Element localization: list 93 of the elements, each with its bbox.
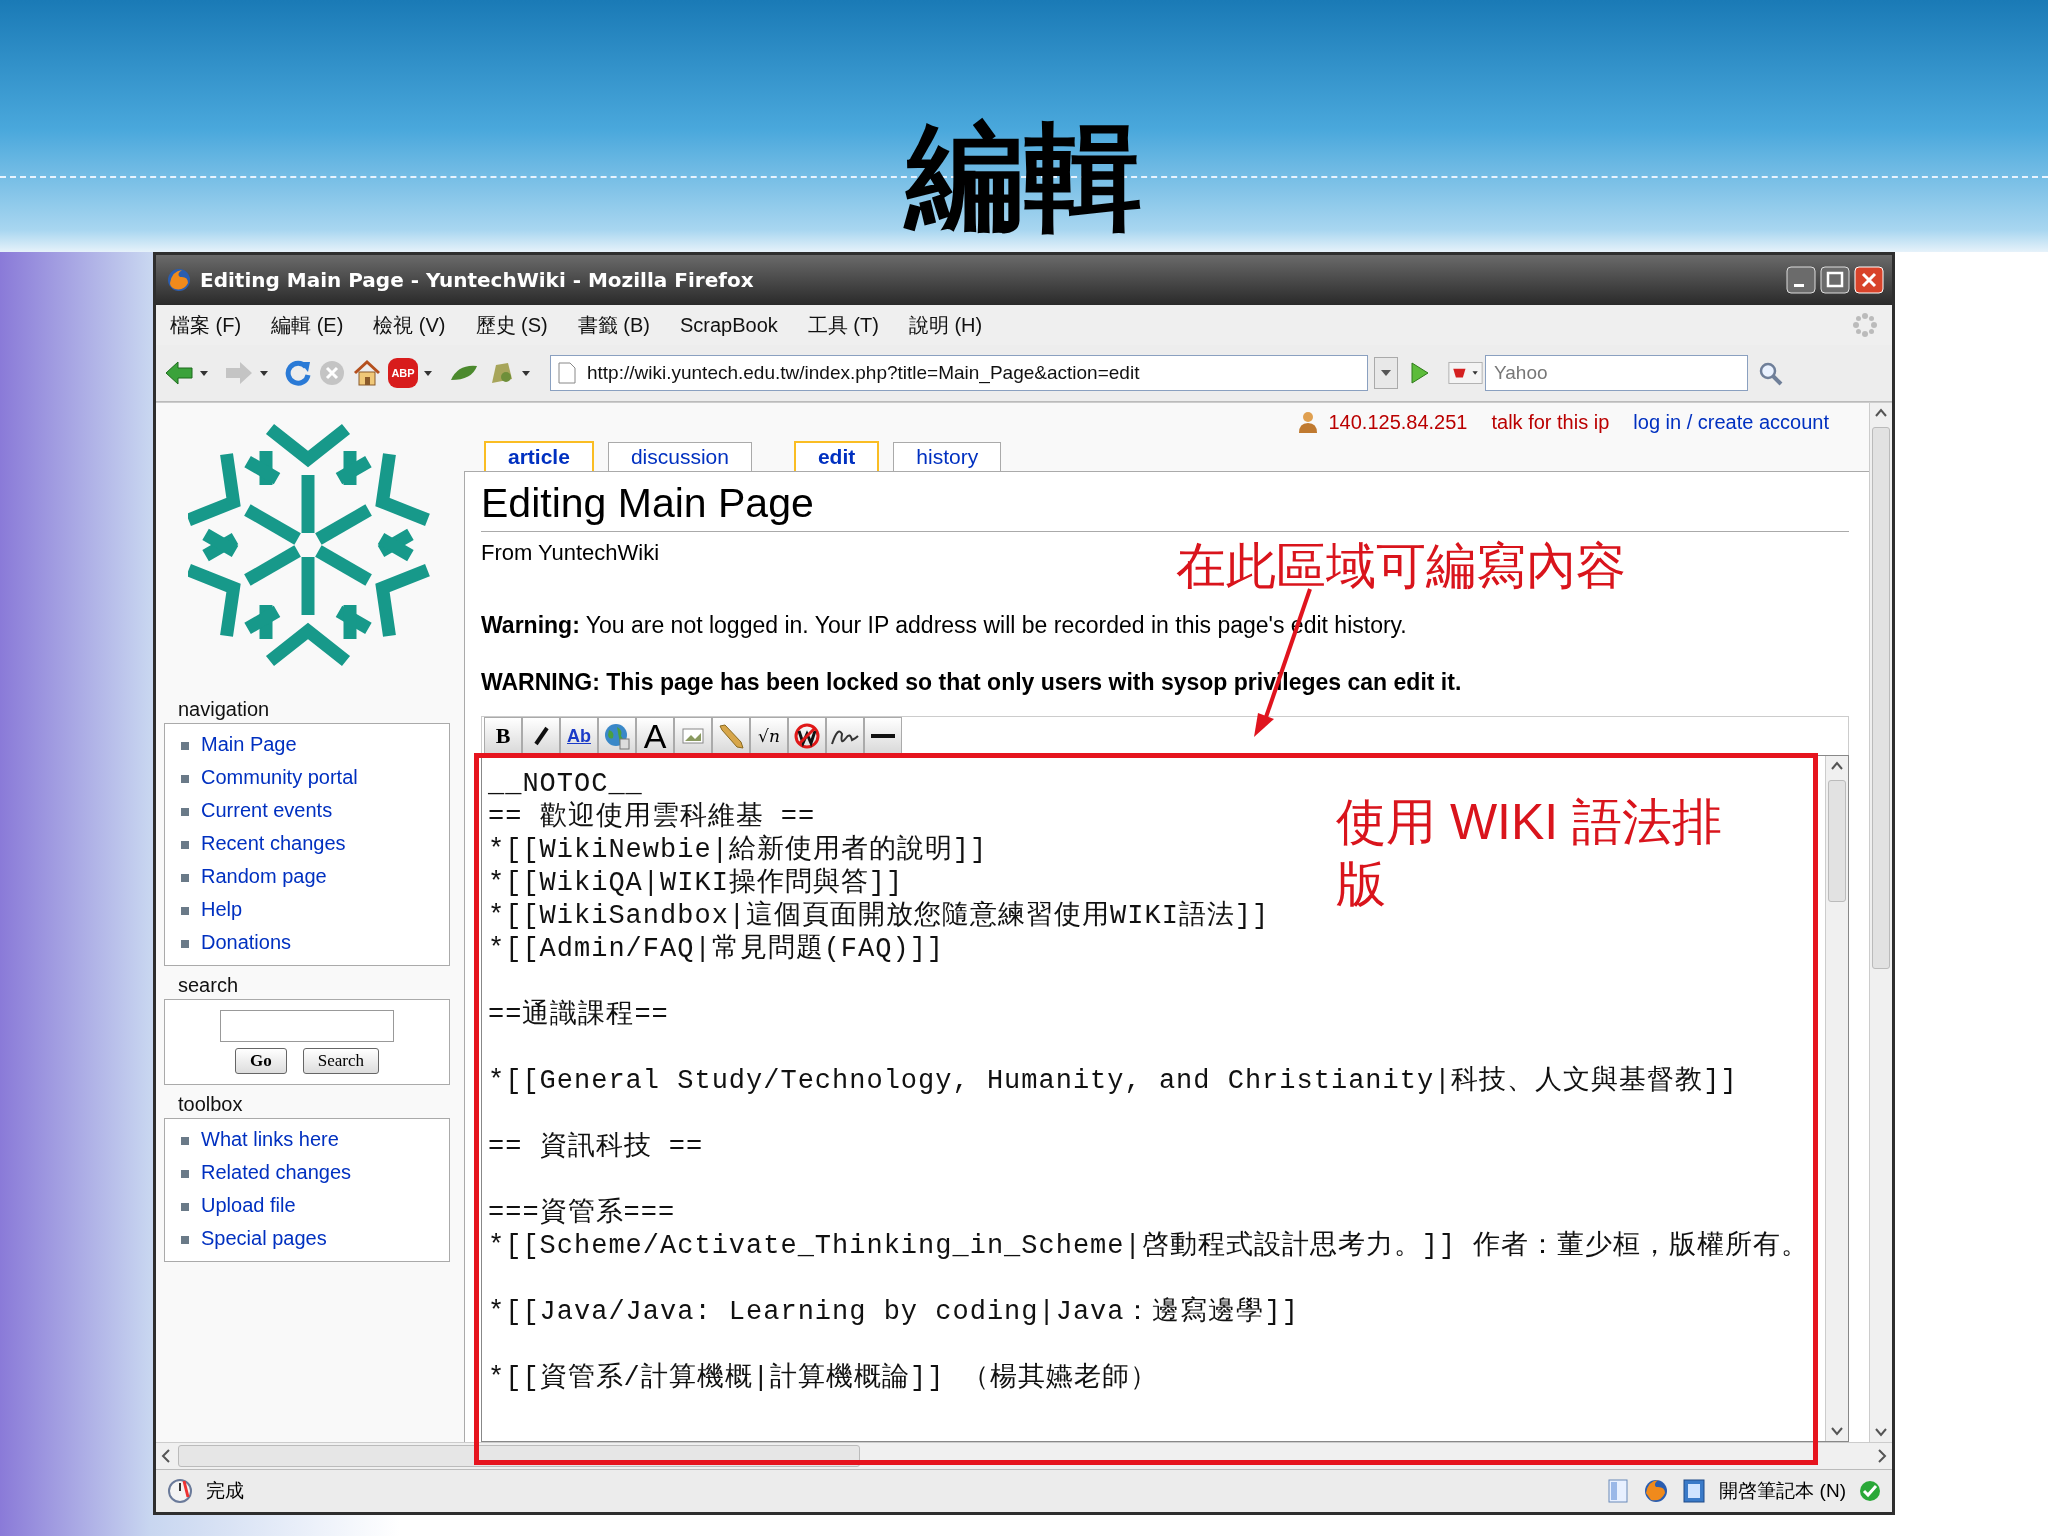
globe-icon <box>603 722 631 750</box>
yahoo-engine-icon[interactable] <box>1448 359 1483 387</box>
window-title: Editing Main Page - YuntechWiki - Mozilla Firefox <box>200 268 755 292</box>
page-heading: Editing Main Page <box>481 480 1849 532</box>
portlet-heading: search <box>178 974 240 997</box>
wikitext-line: ===資管系=== <box>488 1197 676 1230</box>
notebook-link[interactable]: 開啓筆記本 (N) <box>1719 1478 1846 1504</box>
sidebar-link[interactable]: Related changes <box>165 1160 352 1185</box>
firefox-icon[interactable] <box>1643 1478 1670 1504</box>
menu-item[interactable]: 工具 (T) <box>807 311 879 339</box>
personal-link[interactable]: log in / create account <box>1633 410 1829 434</box>
sidebar-link[interactable]: Community portal <box>165 765 358 790</box>
close-button[interactable] <box>1854 266 1884 294</box>
personal-link[interactable]: talk for this ip <box>1491 410 1610 434</box>
signature-button[interactable] <box>826 717 864 755</box>
scroll-thumb[interactable] <box>1872 427 1890 969</box>
dropdown-caret-icon[interactable] <box>522 370 530 376</box>
user-icon <box>1298 411 1319 433</box>
wikitext-line: *[[General Study/Technology, Humanity, and Christianity|科技、人文與基督教]] <box>488 1065 1738 1098</box>
scroll-thumb[interactable] <box>1828 780 1846 902</box>
wikitext-line: *[[WikiSandbox|這個頁面開放您隨意練習使用WIKI語法]] <box>488 900 1270 933</box>
address-field[interactable]: http://wiki.yuntech.edu.tw/index.php?title=Main_Page&action=edit <box>550 355 1368 391</box>
link-button[interactable]: Ab <box>560 717 598 755</box>
wikitext-line: == 歡迎使用雲科維基 == <box>488 801 816 834</box>
minimize-button[interactable] <box>1786 266 1816 294</box>
search-button[interactable]: Search <box>302 1048 379 1074</box>
no-sign-icon <box>793 722 821 750</box>
bold-button[interactable]: B <box>484 717 522 755</box>
go-button[interactable]: Go <box>235 1048 287 1074</box>
math-button[interactable]: √n <box>750 717 788 755</box>
wikitext-line: *[[Scheme/Activate_Thinking_in_Scheme|啓動程式設計思考力。]] 作者：董少桓，版權所有。 <box>488 1230 1810 1263</box>
sidebar-link[interactable]: Current events <box>165 798 333 823</box>
page-icon <box>558 362 576 384</box>
wikitext-line: *[[Admin/FAQ|常見問題(FAQ)]] <box>488 933 945 966</box>
annotation-text: 使用 WIKI 語法排版 <box>1336 793 1724 914</box>
page-tab[interactable]: history <box>893 442 1002 471</box>
menu-item[interactable]: 說明 (H) <box>908 311 983 339</box>
wikitext-line: *[[WikiQA|WIKI操作問與答]] <box>488 867 904 900</box>
search-input[interactable] <box>220 1010 394 1042</box>
italic-button[interactable] <box>522 717 560 755</box>
menu-item[interactable]: 編輯 (E) <box>271 311 344 339</box>
editor-scrollbar[interactable] <box>1825 756 1848 1441</box>
page-tab[interactable]: discussion <box>607 442 752 471</box>
notebook-icon[interactable] <box>1681 1478 1708 1504</box>
status-text: 完成 <box>206 1479 244 1503</box>
throbber-icon <box>1852 312 1878 338</box>
menu-item[interactable]: 檔案 (F) <box>170 311 242 339</box>
adblock-icon[interactable]: ABP <box>388 358 418 388</box>
nowiki-button[interactable] <box>788 717 826 755</box>
search-field[interactable]: Yahoo <box>1485 355 1748 391</box>
dropdown-caret-icon[interactable] <box>424 370 432 376</box>
wikitext-line: ==通識課程== <box>488 999 669 1032</box>
page-load-icon <box>166 1477 194 1505</box>
maximize-button[interactable] <box>1820 266 1850 294</box>
dropdown-caret-icon[interactable] <box>260 370 268 376</box>
personal-link[interactable]: 140.125.84.251 <box>1328 410 1468 434</box>
media-button[interactable] <box>712 717 750 755</box>
page-scrollbar[interactable] <box>1869 403 1892 1442</box>
dropdown-caret-icon[interactable] <box>200 370 208 376</box>
check-icon <box>1858 1479 1882 1503</box>
sidebar-link[interactable]: Donations <box>165 930 292 955</box>
image-icon <box>681 726 705 746</box>
page-tab[interactable]: edit <box>793 441 880 471</box>
image-button[interactable] <box>674 717 712 755</box>
back-arrow-icon[interactable] <box>164 359 194 387</box>
portlet-heading: toolbox <box>178 1093 244 1116</box>
sidebar-link[interactable]: Help <box>165 897 243 922</box>
sidebar-link[interactable]: Random page <box>165 864 327 889</box>
globe-button[interactable] <box>598 717 636 755</box>
annotation-text: 在此區域可編寫內容 <box>1176 536 1626 597</box>
sidebar-link[interactable]: Recent changes <box>165 831 346 856</box>
rule-button[interactable] <box>864 717 902 755</box>
page-tab[interactable]: article <box>484 441 594 471</box>
wikitext-line: == 資訊科技 == <box>488 1131 704 1164</box>
wikitext-line: *[[WikiNewbie|給新使用者的說明]] <box>488 834 988 867</box>
sidebar-link[interactable]: What links here <box>165 1127 339 1152</box>
sidebar-link[interactable]: Upload file <box>165 1193 296 1218</box>
menu-item[interactable]: ScrapBook <box>679 313 778 337</box>
wikitext-line: *[[Java/Java: Learning by coding|Java：邊寫邊學]] <box>488 1296 1299 1329</box>
menu-item[interactable]: 書籤 (B) <box>577 311 650 339</box>
dropdown-caret-icon[interactable] <box>1374 357 1398 389</box>
page-subtitle: From YuntechWiki <box>481 540 660 566</box>
menu-item[interactable]: 檢視 (V) <box>373 311 446 339</box>
reload-icon[interactable] <box>284 359 312 387</box>
headline-button[interactable]: A <box>636 717 674 755</box>
sidebar-link[interactable]: Main Page <box>165 732 297 757</box>
portlet-heading: navigation <box>178 698 271 721</box>
menu-item[interactable]: 歷史 (S) <box>475 311 548 339</box>
sidebar-link[interactable]: Special pages <box>165 1226 327 1251</box>
wikitext-line: __NOTOC__ <box>488 768 643 801</box>
wikitext-line: *[[資管系/計算機概|計算機概論]] （楊其嬿老師） <box>488 1362 1158 1395</box>
firefox-icon <box>166 267 192 293</box>
home-icon[interactable] <box>352 359 382 387</box>
